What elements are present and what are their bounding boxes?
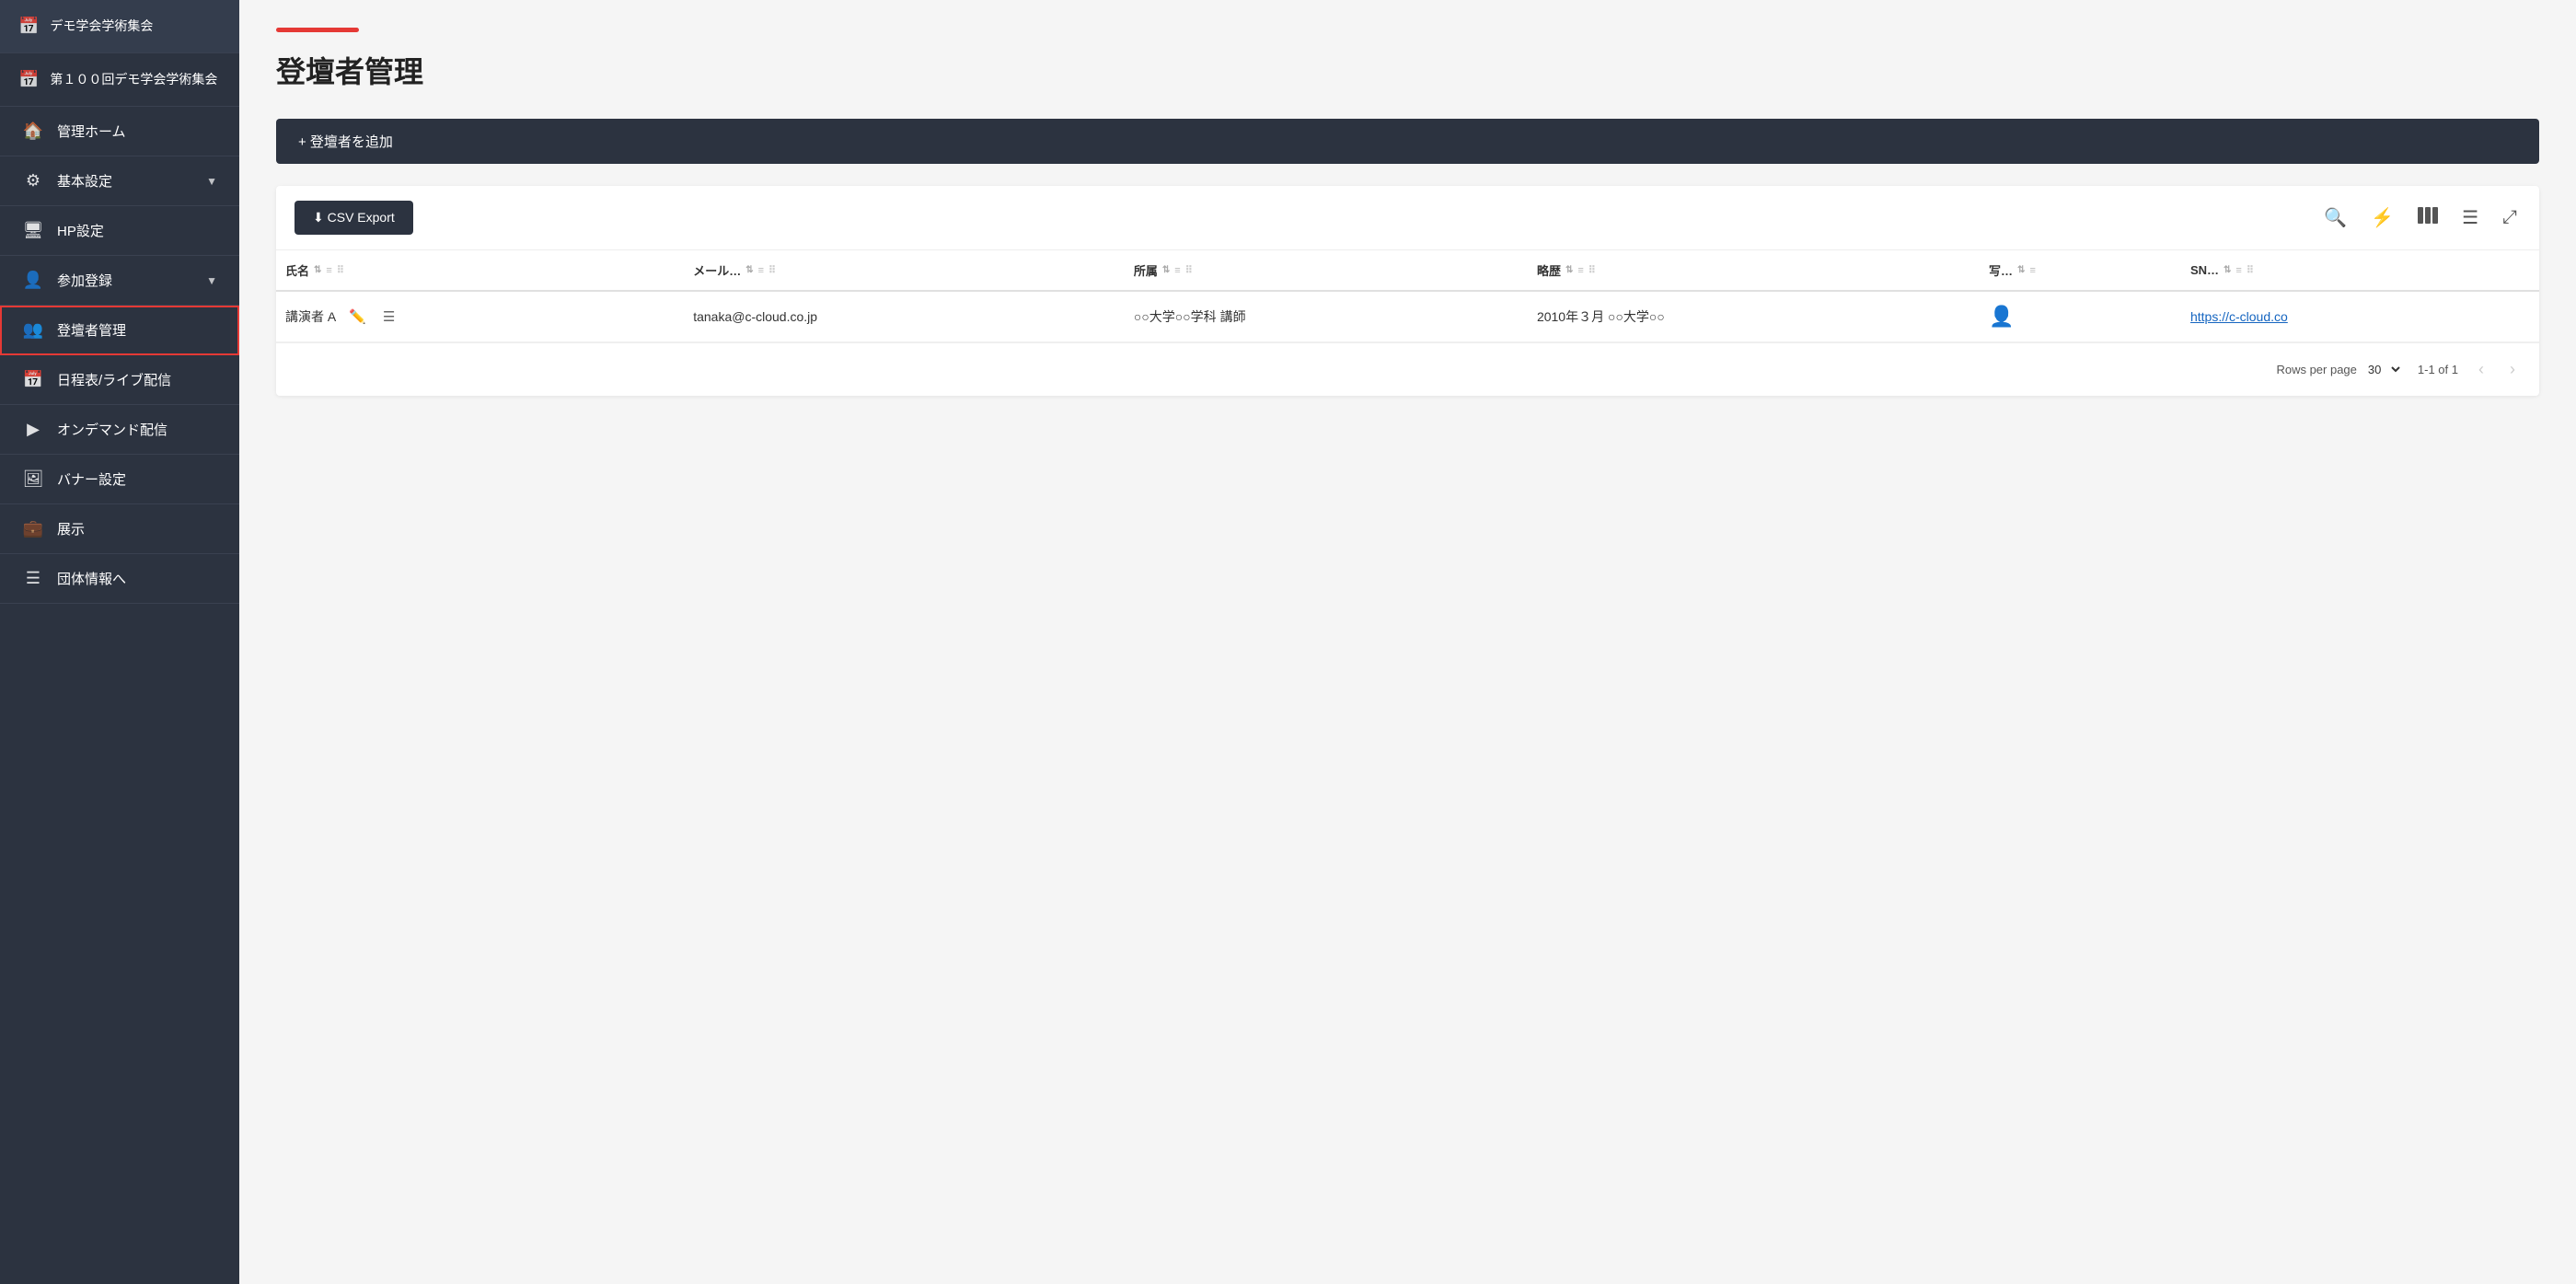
sidebar-item-hp-settei[interactable]: 🖥 HP設定	[0, 206, 239, 256]
calendar-icon-2: 📅	[18, 70, 39, 89]
page-title: 登壇者管理	[276, 49, 2539, 91]
cell-photo: 👤	[1980, 291, 2181, 342]
sidebar-item-label: オンデマンド配信	[57, 420, 217, 439]
col-filter-icon[interactable]: ≡	[758, 265, 764, 276]
columns-icon[interactable]	[2414, 203, 2442, 233]
sidebar-top-label-2: 第１００回デモ学会学術集会	[50, 71, 217, 89]
csv-export-button[interactable]: ⬇ CSV Export	[295, 201, 413, 235]
next-page-button[interactable]: ›	[2504, 358, 2521, 381]
sidebar-item-label: 管理ホーム	[57, 121, 217, 141]
sort-icon[interactable]: ⇅	[2017, 265, 2025, 275]
monitor-icon: 🖥	[22, 221, 44, 240]
sidebar-item-demo-gakkai[interactable]: 📅 デモ学会学術集会	[0, 0, 239, 53]
play-icon: ▶	[22, 420, 44, 439]
rows-per-page: Rows per page 30 50 100	[2276, 362, 2402, 377]
sidebar-item-label: 展示	[57, 519, 217, 538]
sidebar-item-kanri-home[interactable]: 🏠 管理ホーム	[0, 107, 239, 156]
col-drag-icon[interactable]: ⠿	[2247, 264, 2254, 276]
list-button[interactable]: ☰	[379, 307, 399, 327]
speakers-table: 氏名 ⇅ ≡ ⠿ メール… ⇅ ≡ ⠿	[276, 250, 2539, 342]
toolbar-icons: 🔍 ⚡ ☰ ⤢	[2320, 202, 2521, 233]
sidebar-item-label: バナー設定	[57, 469, 217, 489]
briefcase-icon: 💼	[22, 519, 44, 538]
people-icon: 👥	[22, 320, 44, 340]
col-header-affiliation: 所属 ⇅ ≡ ⠿	[1125, 250, 1528, 291]
home-icon: 🏠	[22, 121, 44, 141]
pagination: Rows per page 30 50 100 1-1 of 1 ‹ ›	[276, 342, 2539, 396]
accent-bar	[276, 28, 359, 32]
page-info: 1-1 of 1	[2418, 363, 2458, 376]
sidebar-item-todan-kanri[interactable]: 👥 登壇者管理	[0, 306, 239, 355]
sidebar-item-label: 参加登録	[57, 271, 193, 290]
sort-icon[interactable]: ⇅	[745, 265, 753, 275]
sidebar-item-dantai[interactable]: ☰ 団体情報へ	[0, 554, 239, 604]
list-icon[interactable]: ☰	[2458, 202, 2482, 233]
col-header-name: 氏名 ⇅ ≡ ⠿	[276, 250, 684, 291]
cell-email: tanaka@c-cloud.co.jp	[684, 291, 1125, 342]
cell-bio: 2010年３月 ○○大学○○	[1528, 291, 1980, 342]
sidebar-item-label: 基本設定	[57, 171, 193, 191]
sidebar-item-banner[interactable]: 🖼 バナー設定	[0, 455, 239, 504]
cell-name: 講演者 A ✏️ ☰	[276, 291, 684, 342]
chevron-down-icon: ▼	[206, 175, 217, 188]
col-drag-icon[interactable]: ⠿	[337, 264, 344, 276]
sidebar-item-tenji[interactable]: 💼 展示	[0, 504, 239, 554]
col-header-bio: 略歴 ⇅ ≡ ⠿	[1528, 250, 1980, 291]
menu-icon: ☰	[22, 569, 44, 588]
sidebar-item-dai100[interactable]: 📅 第１００回デモ学会学術集会	[0, 53, 239, 107]
sidebar-item-label: 登壇者管理	[57, 320, 217, 340]
sidebar-item-label: HP設定	[57, 221, 217, 240]
sidebar-item-nittei[interactable]: 📅 日程表/ライブ配信	[0, 355, 239, 405]
col-drag-icon[interactable]: ⠿	[768, 264, 776, 276]
schedule-icon: 📅	[22, 370, 44, 389]
cell-sn: https://c-cloud.co	[2181, 291, 2539, 342]
fullscreen-icon[interactable]: ⤢	[2499, 203, 2521, 232]
person-icon: 👤	[22, 271, 44, 290]
search-icon[interactable]: 🔍	[2320, 202, 2351, 233]
table-toolbar: ⬇ CSV Export 🔍 ⚡ ☰ ⤢	[276, 186, 2539, 250]
sidebar-item-label: 団体情報へ	[57, 569, 217, 588]
col-filter-icon[interactable]: ≡	[2235, 265, 2241, 276]
gear-icon: ⚙	[22, 171, 44, 191]
add-speaker-button[interactable]: + 登壇者を追加	[276, 119, 2539, 164]
sidebar-top-label-1: デモ学会学術集会	[50, 17, 153, 36]
sort-icon[interactable]: ⇅	[1565, 265, 1573, 275]
sidebar-item-label: 日程表/ライブ配信	[57, 370, 217, 389]
sidebar: 📅 デモ学会学術集会 📅 第１００回デモ学会学術集会 🏠 管理ホーム ⚙ 基本設…	[0, 0, 239, 1284]
col-header-sn: SN… ⇅ ≡ ⠿	[2181, 250, 2539, 291]
sidebar-item-sanka-toroku[interactable]: 👤 参加登録 ▼	[0, 256, 239, 306]
sidebar-item-kihon-settei[interactable]: ⚙ 基本設定 ▼	[0, 156, 239, 206]
prev-page-button[interactable]: ‹	[2473, 358, 2489, 381]
col-filter-icon[interactable]: ≡	[2029, 265, 2035, 276]
chevron-down-icon: ▼	[206, 274, 217, 287]
filter-icon[interactable]: ⚡	[2367, 202, 2397, 233]
col-header-photo: 写… ⇅ ≡	[1980, 250, 2181, 291]
table-card: ⬇ CSV Export 🔍 ⚡ ☰ ⤢	[276, 186, 2539, 396]
table-row: 講演者 A ✏️ ☰ tanaka@c-cloud.co.jp ○○大学○○学科…	[276, 291, 2539, 342]
sort-icon[interactable]: ⇅	[314, 265, 321, 275]
col-header-email: メール… ⇅ ≡ ⠿	[684, 250, 1125, 291]
rows-per-page-label: Rows per page	[2276, 363, 2356, 376]
calendar-icon: 📅	[18, 17, 39, 36]
col-filter-icon[interactable]: ≡	[326, 265, 331, 276]
col-drag-icon[interactable]: ⠿	[1588, 264, 1596, 276]
rows-per-page-select[interactable]: 30 50 100	[2364, 362, 2403, 377]
sort-icon[interactable]: ⇅	[1162, 265, 1170, 275]
avatar: 👤	[1989, 305, 2014, 328]
sidebar-item-ondemand[interactable]: ▶ オンデマンド配信	[0, 405, 239, 455]
sort-icon[interactable]: ⇅	[2224, 265, 2231, 275]
edit-button[interactable]: ✏️	[345, 307, 370, 327]
main-content: 登壇者管理 + 登壇者を追加 ⬇ CSV Export 🔍 ⚡ ☰ ⤢	[239, 0, 2576, 1284]
col-filter-icon[interactable]: ≡	[1174, 265, 1180, 276]
cell-affiliation: ○○大学○○学科 講師	[1125, 291, 1528, 342]
image-icon: 🖼	[22, 469, 44, 489]
col-drag-icon[interactable]: ⠿	[1185, 264, 1193, 276]
col-filter-icon[interactable]: ≡	[1577, 265, 1583, 276]
